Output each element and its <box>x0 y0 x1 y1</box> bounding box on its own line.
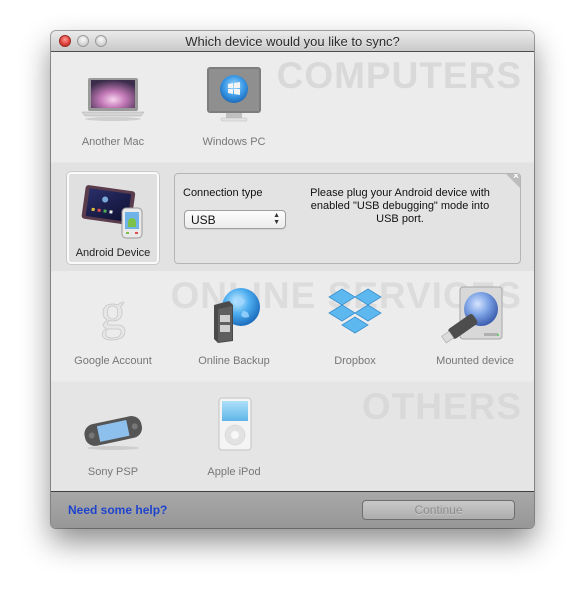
device-label: Android Device <box>75 247 151 259</box>
section-online-services: ONLINE SERVICES g Google Account <box>51 271 534 381</box>
window-title: Which device would you like to sync? <box>185 34 400 49</box>
android-device-icon <box>78 180 148 240</box>
connection-instructions: Please plug your Android device with ena… <box>310 187 490 225</box>
device-google-account[interactable]: g Google Account <box>63 277 163 377</box>
dialog-footer: Need some help? Continue <box>51 491 534 528</box>
device-windows-pc[interactable]: Windows PC <box>184 58 284 158</box>
device-android[interactable]: Android Device <box>67 172 159 264</box>
device-label: Apple iPod <box>207 466 261 478</box>
connection-panel: × Connection type USB ▲ ▼ Please plug you… <box>174 173 521 264</box>
windows-pc-icon <box>199 66 269 126</box>
continue-button[interactable]: Continue <box>362 500 515 520</box>
sync-dialog-window: Which device would you like to sync? COM… <box>51 31 534 528</box>
help-link[interactable]: Need some help? <box>68 503 167 517</box>
device-label: Sony PSP <box>87 466 139 478</box>
psp-icon <box>78 396 148 456</box>
title-bar: Which device would you like to sync? <box>51 31 534 52</box>
device-another-mac[interactable]: Another Mac <box>63 58 163 158</box>
device-online-backup[interactable]: Online Backup <box>184 277 284 377</box>
connection-type-select[interactable]: USB ▲ ▼ <box>184 210 286 229</box>
dropbox-icon <box>320 285 390 345</box>
device-label: Mounted device <box>436 355 514 367</box>
device-sony-psp[interactable]: Sony PSP <box>63 388 163 488</box>
device-label: Google Account <box>74 355 152 367</box>
section-heading-computers: COMPUTERS <box>276 55 522 96</box>
device-label: Online Backup <box>198 355 270 367</box>
mounted-device-icon <box>440 285 510 345</box>
google-icon: g <box>78 284 148 345</box>
ipod-icon <box>199 396 269 456</box>
section-heading-others: OTHERS <box>361 386 522 427</box>
svg-text:g: g <box>100 285 126 341</box>
section-android: Android Device × Connection type USB ▲ ▼ … <box>51 162 534 271</box>
section-computers: COMPUTERS Another Mac Windows PC <box>51 52 534 162</box>
up-down-arrows-icon: ▲ ▼ <box>273 212 280 226</box>
close-icon[interactable]: × <box>513 174 519 182</box>
online-backup-icon <box>199 285 269 345</box>
device-apple-ipod[interactable]: Apple iPod <box>184 388 284 488</box>
device-mounted[interactable]: Mounted device <box>425 277 525 377</box>
section-others: OTHERS Sony PSP Apple iPod <box>51 381 534 491</box>
device-dropbox[interactable]: Dropbox <box>305 277 405 377</box>
connection-type-value: USB <box>191 213 216 227</box>
device-label: Dropbox <box>334 355 376 367</box>
connection-type-label: Connection type <box>183 187 263 199</box>
device-label: Another Mac <box>81 136 145 148</box>
macbook-icon <box>78 66 148 126</box>
device-label: Windows PC <box>202 136 266 148</box>
